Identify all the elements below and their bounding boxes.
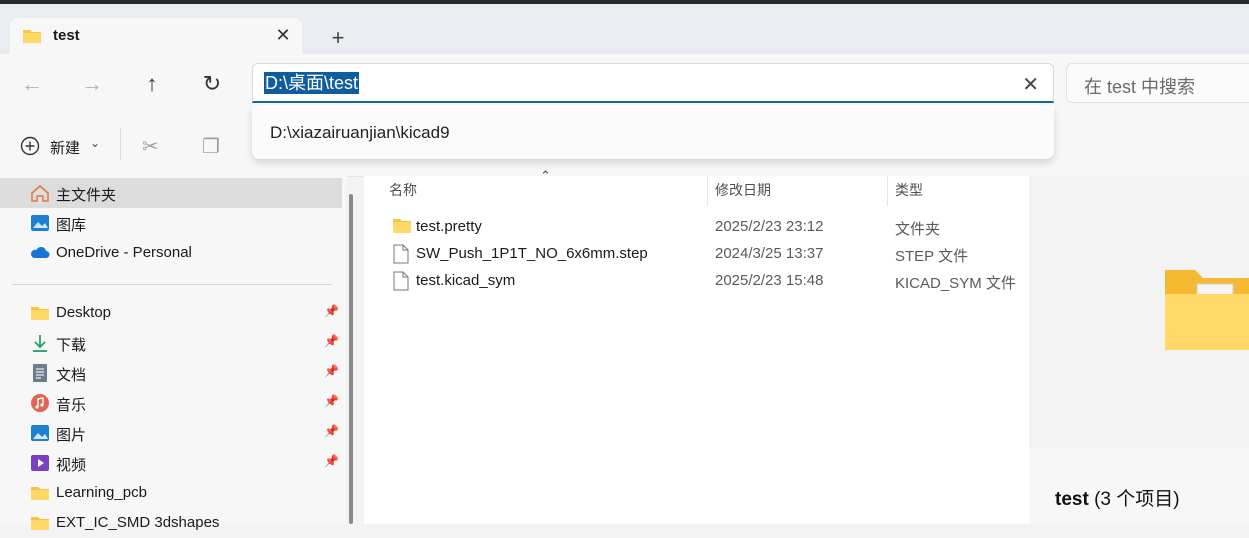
folder-icon [22,28,42,48]
folder-icon [392,217,412,239]
table-row[interactable]: SW_Push_1P1T_NO_6x6mm.step 2024/3/25 13:… [364,241,1029,268]
forward-icon[interactable]: → [76,68,108,100]
file-modified: 2024/3/25 13:37 [715,245,824,262]
pin-icon: 📌 [324,394,339,408]
toolbar-divider [120,128,121,160]
folder-icon [30,483,50,503]
navigation-pane: 主文件夹 图库 OneDrive - Personal Desktop 📌 下载… [0,176,346,531]
sidebar-item-learning-pcb[interactable]: Learning_pcb [0,478,342,508]
document-icon [30,363,50,383]
gallery-icon [30,213,50,233]
file-modified: 2025/2/23 15:48 [715,272,824,289]
refresh-icon[interactable]: ↻ [196,68,228,100]
sidebar-divider [12,284,332,285]
home-icon [30,183,50,203]
pin-icon: 📌 [324,364,339,378]
download-icon [30,333,50,353]
sidebar-item-downloads[interactable]: 下载 📌 [0,328,342,358]
add-circle-icon[interactable] [20,136,40,160]
table-row[interactable]: test.kicad_sym 2025/2/23 15:48 KICAD_SYM… [364,268,1029,295]
search-placeholder: 在 test 中搜索 [1084,77,1196,97]
pin-icon: 📌 [324,304,339,318]
copy-icon[interactable]: ❐ [202,134,220,159]
new-button[interactable]: 新建 [50,137,80,158]
sidebar-item-ext-ic-smd[interactable]: EXT_IC_SMD 3dshapes [0,508,342,538]
sidebar-item-onedrive[interactable]: OneDrive - Personal [0,238,342,268]
sidebar-item-documents[interactable]: 文档 📌 [0,358,342,388]
large-folder-icon [1163,264,1249,354]
file-modified: 2025/2/23 23:12 [715,218,824,235]
sidebar-scrollbar[interactable] [349,194,353,524]
pin-icon: 📌 [324,454,339,468]
column-divider[interactable] [707,176,708,206]
column-header-type[interactable]: 类型 [895,180,923,200]
sidebar-item-pictures[interactable]: 图片 📌 [0,418,342,448]
sidebar-item-music[interactable]: 音乐 📌 [0,388,342,418]
file-name: test.kicad_sym [416,272,516,289]
details-pane: test (3 个项目) [1029,176,1249,524]
sidebar-item-desktop[interactable]: Desktop 📌 [0,298,342,328]
file-icon [392,271,410,295]
clear-icon[interactable]: ✕ [1022,72,1039,97]
new-tab-button[interactable]: + [326,26,350,50]
column-divider[interactable] [887,176,888,206]
folder-icon [30,303,50,323]
video-icon [30,453,50,473]
chevron-down-icon[interactable]: ⌄ [90,136,100,150]
music-icon [30,393,50,413]
suggestion-item[interactable]: D:\xiazairuanjian\kicad9 [270,123,450,143]
file-icon [392,244,410,268]
address-suggestion-dropdown: D:\xiazairuanjian\kicad9 [252,105,1054,159]
file-type: STEP 文件 [895,248,969,265]
sidebar-item-gallery[interactable]: 图库 [0,208,342,238]
file-name: SW_Push_1P1T_NO_6x6mm.step [416,245,648,262]
folder-icon [30,513,50,533]
tab-bar: test ✕ + [0,4,1249,58]
column-header-name[interactable]: 名称 [389,180,417,200]
file-type: KICAD_SYM 文件 [895,275,1016,292]
tab-test[interactable]: test ✕ [10,18,302,58]
address-value: D:\桌面\test [264,72,360,94]
up-icon[interactable]: ↑ [136,68,168,100]
details-title: test (3 个项目) [1055,489,1180,510]
close-icon[interactable]: ✕ [272,24,294,46]
back-icon[interactable]: ← [16,68,48,100]
file-type: 文件夹 [895,221,941,238]
search-input[interactable]: 在 test 中搜索 [1066,63,1249,103]
sidebar-item-home[interactable]: 主文件夹 [0,178,342,208]
pin-icon: 📌 [324,424,339,438]
table-row[interactable]: test.pretty 2025/2/23 23:12 文件夹 [364,214,1029,241]
sort-up-icon: ⌃ [540,168,551,183]
column-header-modified[interactable]: 修改日期 [715,180,771,200]
sidebar-item-videos[interactable]: 视频 📌 [0,448,342,478]
cloud-icon [30,243,50,263]
address-input[interactable]: D:\桌面\test ✕ [252,63,1054,103]
cut-icon[interactable]: ✂ [142,134,159,159]
pictures-icon [30,423,50,443]
pin-icon: 📌 [324,334,339,348]
tab-label: test [53,27,80,44]
file-list: 名称 ⌃ 修改日期 类型 test.pretty 2025/2/23 23:12… [364,168,1029,524]
file-name: test.pretty [416,218,482,235]
